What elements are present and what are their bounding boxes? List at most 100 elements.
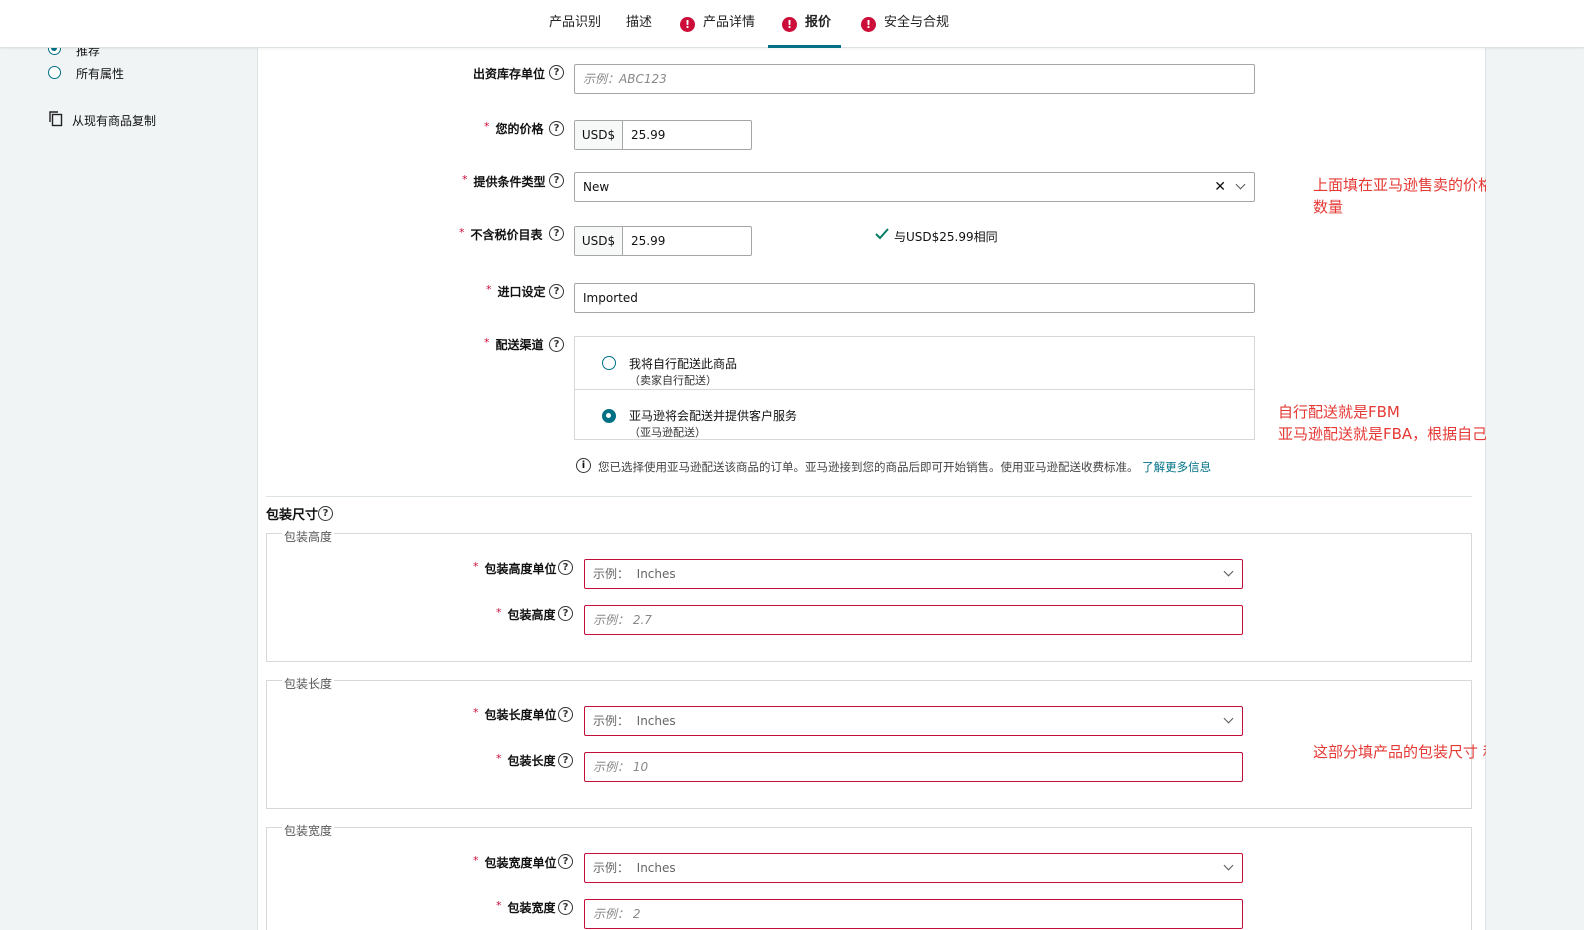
list-price-value: 25.99 (631, 234, 666, 248)
package-dimensions-title: 包装尺寸 (266, 508, 319, 523)
width-unit-label: * 包装宽度单位 (473, 854, 557, 870)
height-value-input[interactable]: 示例： 2.7 (584, 605, 1243, 635)
package-height-group: 包装高度 * 包装高度单位 ? 示例： Inches * 包装高度 ? 示例： 2.… (266, 528, 1472, 662)
tab-label: 安全与合规 (884, 15, 950, 30)
tab-product-details[interactable]: ! 产品详情 (680, 0, 755, 48)
tab-label: 报价 (805, 15, 832, 30)
sku-placeholder: 示例：ABC123 (583, 72, 667, 86)
fbm-radio[interactable] (602, 356, 616, 370)
chevron-down-icon (1223, 860, 1234, 871)
package-length-group: 包装长度 * 包装长度单位 ? 示例： Inches * 包装长度 ? 示例： 10 (266, 675, 1472, 809)
tab-label: 产品识别 (549, 15, 602, 30)
group-legend: 包装长度 (282, 675, 335, 692)
length-unit-label: * 包装长度单位 (473, 706, 557, 722)
left-panel: 推荐 所有属性 从现有商品复制 (0, 42, 257, 930)
length-unit-select[interactable]: 示例： Inches (584, 706, 1243, 736)
main-form: 出资库存单位 ? 示例：ABC123 * 您的价格 ? USD$ 25.99 * 提… (257, 48, 1568, 930)
currency-prefix: USD$ (575, 121, 623, 149)
annotation-shipping-2: 亚马逊配送就是FBA，根据自己选择 (1278, 425, 1518, 443)
error-icon: ! (782, 17, 797, 32)
clear-icon[interactable]: ✕ (1214, 173, 1226, 201)
condition-value: New (583, 180, 610, 194)
price-label: * 您的价格 (484, 120, 544, 136)
group-legend: 包装宽度 (282, 822, 335, 839)
help-icon[interactable]: ? (558, 560, 573, 575)
help-icon[interactable]: ? (558, 707, 573, 722)
annotation-shipping-1: 自行配送就是FBM (1278, 403, 1400, 421)
fbm-subtitle: （卖家自行配送） (629, 374, 717, 387)
height-unit-placeholder: 示例： Inches (593, 567, 676, 581)
fba-note-text: 您已选择使用亚马逊配送该商品的订单。亚马逊接到您的商品后即可开始销售。使用亚马逊… (598, 460, 1139, 474)
help-icon[interactable]: ? (558, 854, 573, 869)
list-price-label: * 不含税价目表 (459, 226, 543, 242)
ship-option-fba[interactable]: 亚马逊将会配送并提供客户服务 （亚马逊配送） (575, 389, 1254, 441)
help-icon[interactable]: ? (549, 337, 564, 352)
help-icon[interactable]: ? (558, 606, 573, 621)
condition-label: * 提供条件类型 (462, 173, 546, 189)
height-value-label: * 包装高度 (496, 606, 556, 622)
ship-option-fbm[interactable]: 我将自行配送此商品 （卖家自行配送） (575, 337, 1254, 389)
height-unit-label: * 包装高度单位 (473, 560, 557, 576)
tab-label: 产品详情 (703, 15, 756, 30)
tab-bar: 产品识别 描述 ! 产品详情 ! 报价 ! 安全与合规 (0, 0, 1584, 48)
help-icon[interactable]: ? (549, 121, 564, 136)
right-gutter (1486, 48, 1584, 930)
all-attributes-radio[interactable] (48, 66, 61, 79)
import-label: * 进口设定 (486, 283, 546, 299)
chevron-down-icon (1223, 713, 1234, 724)
chevron-down-icon (1223, 566, 1234, 577)
width-unit-placeholder: 示例： Inches (593, 861, 676, 875)
shipping-label: * 配送渠道 (484, 336, 544, 352)
fba-subtitle: （亚马逊配送） (629, 426, 706, 439)
learn-more-link[interactable]: 了解更多信息 (1142, 460, 1211, 474)
fba-info-note: 您已选择使用亚马逊配送该商品的订单。亚马逊接到您的商品后即可开始销售。使用亚马逊… (598, 459, 1211, 475)
price-value: 25.99 (631, 128, 666, 142)
height-unit-select[interactable]: 示例： Inches (584, 559, 1243, 589)
package-width-group: 包装宽度 * 包装宽度单位 ? 示例： Inches * 包装宽度 ? 示例： 2 (266, 822, 1472, 930)
width-value-placeholder: 示例： 2 (593, 907, 641, 921)
price-input[interactable]: USD$ 25.99 (574, 120, 752, 150)
copy-existing-label: 从现有商品复制 (72, 114, 157, 128)
height-value-placeholder: 示例： 2.7 (593, 613, 652, 627)
shipping-options: 我将自行配送此商品 （卖家自行配送） 亚马逊将会配送并提供客户服务 （亚马逊配送… (574, 336, 1255, 440)
length-value-label: * 包装长度 (496, 752, 556, 768)
tab-product-identity[interactable]: 产品识别 (549, 0, 601, 48)
group-legend: 包装高度 (282, 528, 335, 545)
length-unit-placeholder: 示例： Inches (593, 714, 676, 728)
error-icon: ! (861, 17, 876, 32)
info-icon: i (576, 458, 591, 473)
chevron-down-icon (1235, 179, 1246, 190)
fba-radio[interactable] (602, 409, 616, 423)
width-unit-select[interactable]: 示例： Inches (584, 853, 1243, 883)
fbm-title: 我将自行配送此商品 (629, 357, 738, 371)
tab-safety-compliance[interactable]: ! 安全与合规 (861, 0, 949, 48)
help-icon[interactable]: ? (318, 506, 333, 521)
length-value-placeholder: 示例： 10 (593, 760, 649, 774)
all-attributes-label[interactable]: 所有属性 (76, 65, 124, 82)
help-icon[interactable]: ? (558, 753, 573, 768)
width-value-input[interactable]: 示例： 2 (584, 899, 1243, 929)
help-icon[interactable]: ? (558, 900, 573, 915)
help-icon[interactable]: ? (549, 65, 564, 80)
help-icon[interactable]: ? (549, 284, 564, 299)
tab-description[interactable]: 描述 (626, 0, 652, 48)
width-value-label: * 包装宽度 (496, 899, 556, 915)
currency-prefix: USD$ (575, 227, 623, 255)
import-input[interactable]: Imported (574, 283, 1255, 313)
list-price-input[interactable]: USD$ 25.99 (574, 226, 752, 256)
help-icon[interactable]: ? (549, 173, 564, 188)
copy-icon (49, 111, 63, 127)
help-icon[interactable]: ? (549, 226, 564, 241)
tab-label: 描述 (626, 15, 653, 30)
fba-title: 亚马逊将会配送并提供客户服务 (629, 409, 798, 423)
list-price-match: 与USD$25.99相同 (894, 230, 998, 244)
length-value-input[interactable]: 示例： 10 (584, 752, 1243, 782)
section-divider (266, 496, 1472, 497)
import-value: Imported (583, 291, 638, 305)
condition-select[interactable]: New ✕ (574, 172, 1255, 202)
sku-label: 出资库存单位 (473, 67, 546, 81)
sku-input[interactable]: 示例：ABC123 (574, 64, 1255, 94)
checkmark-icon (875, 228, 889, 240)
tab-offer[interactable]: ! 报价 (768, 0, 842, 48)
error-icon: ! (680, 17, 695, 32)
